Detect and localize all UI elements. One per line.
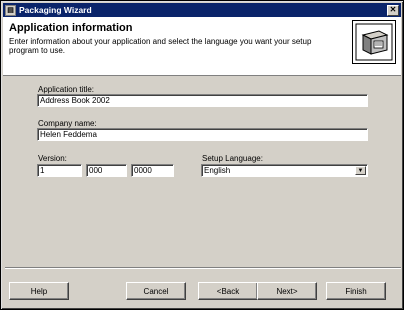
package-illustration-icon [352, 20, 396, 64]
version-revision-input[interactable]: 0000 [131, 164, 174, 177]
window-title: Packaging Wizard [19, 5, 92, 15]
version-minor-input[interactable]: 000 [86, 164, 127, 177]
application-title-label: Application title: [38, 85, 95, 94]
footer-separator [5, 267, 401, 269]
setup-language-select[interactable]: English ▼ [201, 164, 368, 177]
application-title-input[interactable]: Address Book 2002 [37, 94, 368, 107]
page-description: Enter information about your application… [9, 37, 312, 55]
back-button[interactable]: <Back [198, 282, 258, 300]
cancel-button[interactable]: Cancel [126, 282, 186, 300]
dropdown-arrow-icon[interactable]: ▼ [355, 166, 366, 175]
packaging-wizard-window: ▤ Packaging Wizard ✕ Application informa… [0, 0, 404, 310]
wizard-header: Application information Enter informatio… [3, 17, 401, 76]
setup-language-value: English [204, 166, 231, 175]
finish-button[interactable]: Finish [326, 282, 386, 300]
title-bar: ▤ Packaging Wizard ✕ [3, 3, 401, 17]
version-major-input[interactable]: 1 [37, 164, 82, 177]
next-button[interactable]: Next> [257, 282, 317, 300]
page-title: Application information [9, 22, 133, 34]
setup-language-label: Setup Language: [202, 154, 263, 163]
version-label: Version: [38, 154, 67, 163]
company-name-label: Company name: [38, 119, 97, 128]
company-name-input[interactable]: Helen Feddema [37, 128, 368, 141]
close-button[interactable]: ✕ [387, 4, 399, 16]
app-icon: ▤ [5, 4, 16, 16]
help-button[interactable]: Help [9, 282, 69, 300]
